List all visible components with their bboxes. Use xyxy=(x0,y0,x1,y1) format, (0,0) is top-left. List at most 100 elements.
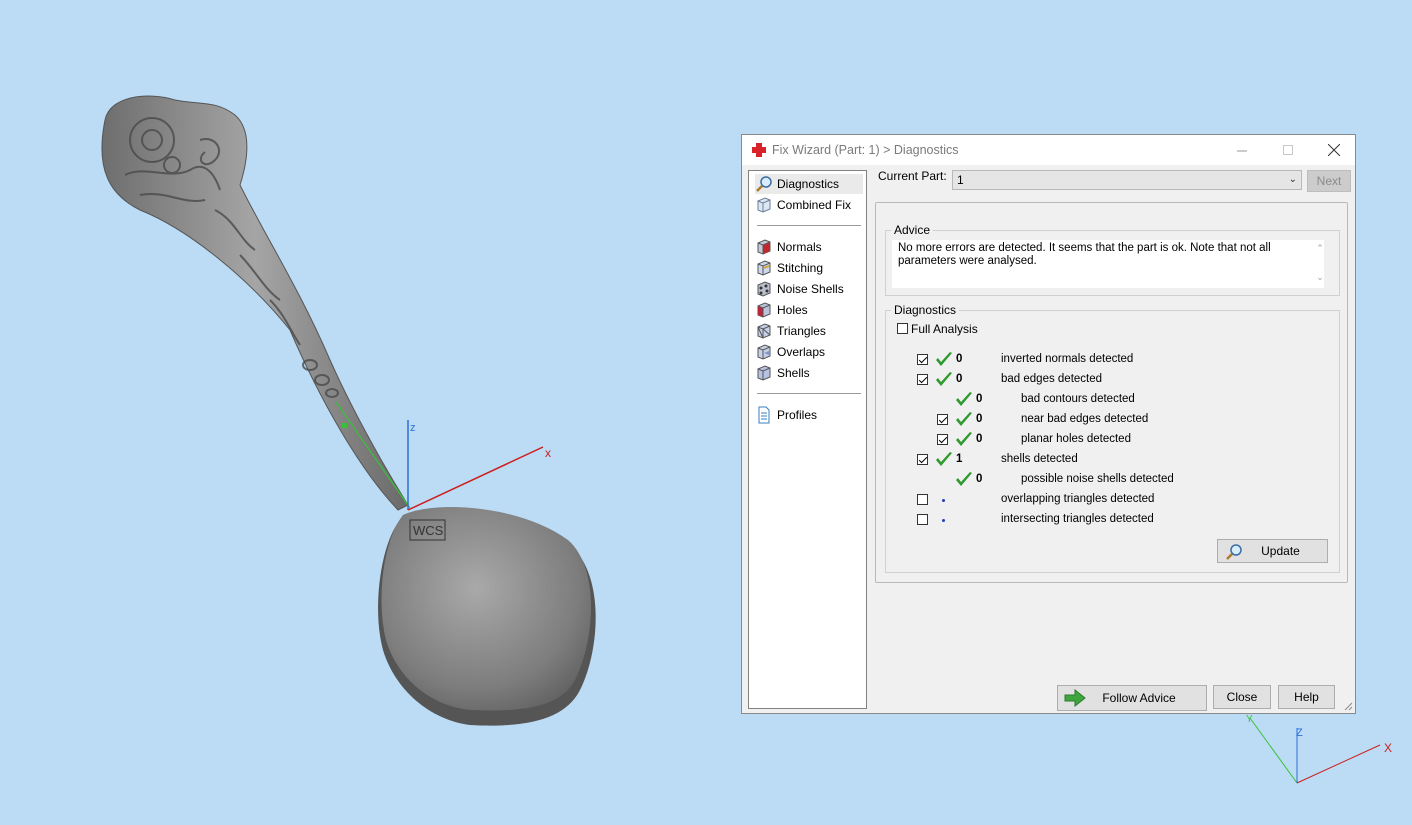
diagnostic-description: bad edges detected xyxy=(1001,373,1103,385)
diagnostic-description: bad contours detected xyxy=(1021,393,1135,405)
follow-advice-button[interactable]: Follow Advice xyxy=(1057,685,1207,711)
diagnostic-count: 0 xyxy=(976,473,983,485)
nav-label: Overlaps xyxy=(777,345,826,359)
current-part-value: 1 xyxy=(957,173,964,187)
diagnostic-count: 0 xyxy=(976,413,983,425)
cube-icon xyxy=(757,197,771,213)
diagnostic-description: possible noise shells detected xyxy=(1021,473,1174,485)
nav-item-triangles[interactable]: Triangles xyxy=(755,321,863,341)
green-check-icon xyxy=(956,432,972,446)
diagnostics-legend: Diagnostics xyxy=(894,303,957,317)
full-analysis-label: Full Analysis xyxy=(911,322,978,336)
overlaps-cube-icon xyxy=(757,344,771,360)
diagnostic-checkbox[interactable] xyxy=(917,354,928,365)
maximize-button[interactable] xyxy=(1265,135,1311,165)
nav-item-shells[interactable]: Shells xyxy=(755,363,863,383)
nav-item-profiles[interactable]: Profiles xyxy=(755,405,863,425)
scroll-down-icon[interactable]: ⌄ xyxy=(1314,272,1326,283)
green-check-icon xyxy=(936,352,952,366)
dialog-title: Fix Wizard (Part: 1) > Diagnostics xyxy=(772,143,959,157)
resize-grip-icon[interactable] xyxy=(1343,701,1353,711)
diagnostic-count: 0 xyxy=(976,433,983,445)
diagnostic-description: planar holes detected xyxy=(1021,433,1131,445)
nav-label: Shells xyxy=(777,366,810,380)
not-analysed-dot-icon xyxy=(942,519,945,522)
full-analysis-checkbox[interactable] xyxy=(897,323,908,334)
close-icon xyxy=(1328,144,1340,156)
diagnostic-checkbox[interactable] xyxy=(937,434,948,445)
holes-cube-icon xyxy=(757,302,771,318)
green-check-icon xyxy=(956,392,972,406)
nav-label: Profiles xyxy=(777,408,818,422)
diagnostic-count: 1 xyxy=(956,453,963,465)
diagnostic-count: 0 xyxy=(956,353,963,365)
magnifier-icon xyxy=(1226,544,1242,560)
noise-shells-icon xyxy=(757,281,771,297)
nav-label: Triangles xyxy=(777,324,826,338)
current-part-select[interactable]: 1 ⌄ xyxy=(952,170,1302,190)
minimize-icon xyxy=(1236,150,1247,151)
diagnostic-count: 0 xyxy=(956,373,963,385)
shells-cube-icon xyxy=(757,365,771,381)
scroll-up-icon[interactable]: ⌃ xyxy=(1314,243,1326,254)
green-check-icon xyxy=(956,412,972,426)
maximize-icon xyxy=(1282,144,1293,155)
diagnostic-description: shells detected xyxy=(1001,453,1078,465)
nav-label: Noise Shells xyxy=(777,282,844,296)
update-button[interactable]: Update xyxy=(1217,539,1328,563)
mini-axes-indicator: Z X Y xyxy=(1246,714,1392,784)
diagnostic-checkbox[interactable] xyxy=(917,514,928,525)
chevron-down-icon: ⌄ xyxy=(1288,174,1297,185)
nav-label: Stitching xyxy=(777,261,824,275)
nav-divider xyxy=(757,393,861,394)
help-button[interactable]: Help xyxy=(1278,685,1335,709)
stitching-cube-icon xyxy=(757,260,771,276)
red-cross-icon xyxy=(752,143,766,157)
nav-label: Diagnostics xyxy=(777,177,840,191)
minimize-button[interactable] xyxy=(1219,135,1265,165)
nav-divider xyxy=(757,225,861,226)
nav-label: Normals xyxy=(777,240,822,254)
diagnostic-checkbox[interactable] xyxy=(917,454,928,465)
nav-item-holes[interactable]: Holes xyxy=(755,300,863,320)
update-label: Update xyxy=(1261,544,1300,558)
advice-scrollbar[interactable]: ⌃ ⌄ xyxy=(1314,241,1326,287)
wizard-nav: Diagnostics Combined Fix Normals Stitchi… xyxy=(748,170,867,709)
green-check-icon xyxy=(936,372,952,386)
triangles-cube-icon xyxy=(757,323,771,339)
diagnostic-checkbox[interactable] xyxy=(937,414,948,425)
mini-axis-y-label: Y xyxy=(1246,714,1253,725)
selected-edge-marker xyxy=(335,401,411,509)
mini-axis-x-label: X xyxy=(1384,741,1392,755)
green-arrow-icon xyxy=(1064,689,1086,707)
red-cube-icon xyxy=(757,239,771,255)
advice-text: No more errors are detected. It seems th… xyxy=(892,240,1324,288)
nav-item-stitching[interactable]: Stitching xyxy=(755,258,863,278)
spoon-model[interactable] xyxy=(101,95,596,726)
close-button[interactable]: Close xyxy=(1213,685,1271,709)
nav-item-diagnostics[interactable]: Diagnostics xyxy=(755,174,863,194)
diagnostic-description: near bad edges detected xyxy=(1021,413,1149,425)
diagnostic-description: intersecting triangles detected xyxy=(1001,513,1154,525)
diagnostic-checkbox[interactable] xyxy=(917,494,928,505)
nav-item-normals[interactable]: Normals xyxy=(755,237,863,257)
nav-item-combined-fix[interactable]: Combined Fix xyxy=(755,195,863,215)
document-icon xyxy=(758,406,770,424)
close-window-button[interactable] xyxy=(1311,135,1357,165)
nav-label: Holes xyxy=(777,303,808,317)
diagnostic-checkbox[interactable] xyxy=(917,374,928,385)
advice-legend: Advice xyxy=(894,223,931,237)
green-check-icon xyxy=(936,452,952,466)
fix-wizard-dialog: Fix Wizard (Part: 1) > Diagnostics Diagn… xyxy=(741,134,1356,714)
nav-item-overlaps[interactable]: Overlaps xyxy=(755,342,863,362)
nav-item-noise-shells[interactable]: Noise Shells xyxy=(755,279,863,299)
follow-advice-label: Follow Advice xyxy=(1102,691,1176,705)
diagnostic-description: overlapping triangles detected xyxy=(1001,493,1155,505)
diagnostic-description: inverted normals detected xyxy=(1001,353,1134,365)
next-button[interactable]: Next xyxy=(1307,170,1351,192)
axis-x-label: x xyxy=(545,446,551,460)
axis-z-label: z xyxy=(410,422,416,434)
magnifier-icon xyxy=(756,176,772,192)
green-check-icon xyxy=(956,472,972,486)
title-bar[interactable]: Fix Wizard (Part: 1) > Diagnostics xyxy=(742,135,1355,165)
